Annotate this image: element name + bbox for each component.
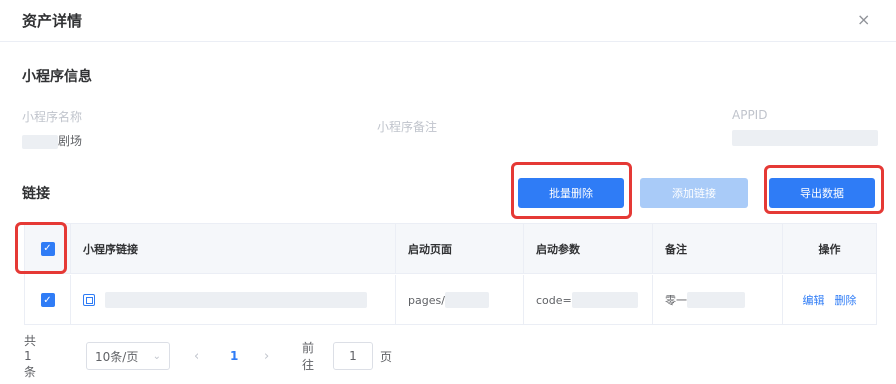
links-section-title: 链接	[22, 186, 50, 202]
table-header: ✓ 小程序链接 启动页面 启动参数 备注 操作	[25, 224, 876, 274]
goto-page-input[interactable]: 1	[333, 342, 373, 370]
redacted-text	[444, 292, 489, 308]
program-name-label: 小程序名称	[22, 110, 83, 124]
page-number-current[interactable]: 1	[230, 342, 238, 370]
redacted-text	[687, 292, 745, 308]
edit-link[interactable]: 编辑	[803, 292, 825, 308]
appid-value	[732, 130, 878, 146]
redacted-text	[732, 130, 878, 146]
row-start-page-cell: pages/	[396, 275, 524, 325]
row-actions-cell: 编辑 删除	[783, 275, 876, 325]
dialog-header: 资产详情 ×	[0, 0, 896, 42]
column-header-link: 小程序链接	[71, 224, 396, 273]
row-start-params-cell: code=	[524, 275, 653, 325]
program-name-value: 剧场	[22, 132, 82, 149]
start-params-text: code=	[536, 293, 572, 307]
chevron-down-icon: ⌄	[152, 350, 161, 362]
mini-program-info-title: 小程序信息	[22, 69, 92, 85]
row-link-cell	[71, 275, 396, 325]
table-row: ✓ pages/ code= 零一 编辑 删除	[25, 275, 876, 325]
highlight-box-batch-delete	[511, 162, 632, 219]
close-icon[interactable]: ×	[857, 10, 870, 29]
delete-link[interactable]: 删除	[835, 292, 857, 308]
checkbox-checked-icon[interactable]: ✓	[40, 293, 55, 307]
add-link-button[interactable]: 添加链接	[640, 178, 748, 208]
program-remark-label: 小程序备注	[377, 120, 438, 134]
copy-icon[interactable]	[83, 294, 95, 306]
pagination-total: 共 1 条	[24, 334, 37, 379]
start-page-text: pages/	[408, 293, 445, 307]
row-remark-cell: 零一	[653, 275, 783, 325]
dialog-title: 资产详情	[22, 12, 83, 30]
redacted-text	[105, 292, 367, 308]
column-header-remark: 备注	[653, 224, 783, 273]
redacted-text	[22, 134, 58, 149]
asset-detail-dialog: 资产详情 × 小程序信息 小程序名称 剧场 小程序备注 APPID 链接 批量删…	[0, 0, 896, 384]
redacted-text	[571, 292, 638, 308]
column-header-start-page: 启动页面	[396, 224, 524, 273]
next-page-icon[interactable]: ›	[264, 342, 269, 370]
page-suffix: 页	[380, 349, 393, 364]
links-table: ✓ 小程序链接 启动页面 启动参数 备注 操作 ✓ pages/ code= 零…	[24, 223, 877, 325]
page-size-select[interactable]: 10条/页 ⌄	[86, 342, 170, 370]
appid-label: APPID	[732, 108, 768, 122]
row-checkbox-cell: ✓	[25, 275, 71, 325]
prev-page-icon[interactable]: ‹	[194, 342, 199, 370]
remark-text: 零一	[665, 294, 687, 307]
highlight-box-select-all	[15, 222, 67, 274]
highlight-box-export	[764, 165, 884, 214]
goto-label: 前往	[302, 341, 315, 372]
column-header-actions: 操作	[818, 242, 841, 256]
page-size-value: 10条/页	[95, 349, 139, 364]
column-header-start-params: 启动参数	[524, 224, 653, 273]
program-name-text: 剧场	[58, 134, 83, 148]
